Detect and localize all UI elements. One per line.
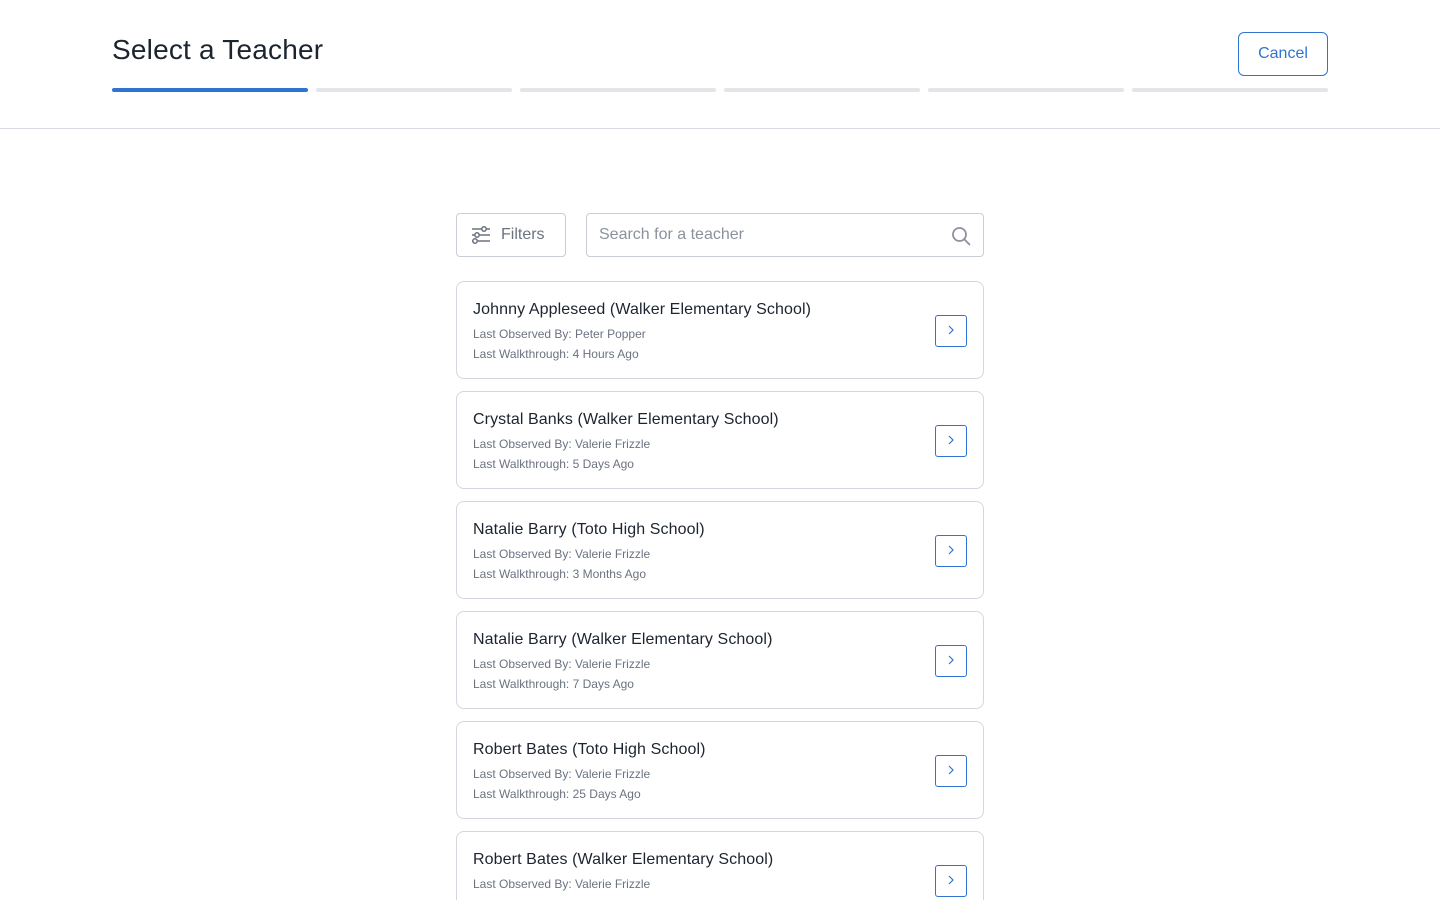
last-observed-by: Last Observed By: Peter Popper <box>473 327 646 341</box>
select-teacher-button[interactable] <box>935 645 967 677</box>
chevron-right-icon <box>947 654 955 669</box>
search-box <box>586 213 984 257</box>
teacher-card[interactable]: Robert Bates (Walker Elementary School) … <box>456 831 984 900</box>
teacher-card[interactable]: Crystal Banks (Walker Elementary School)… <box>456 391 984 489</box>
chevron-right-icon <box>947 764 955 779</box>
last-walkthrough: Last Walkthrough: 3 Months Ago <box>473 567 646 581</box>
cancel-button[interactable]: Cancel <box>1238 32 1328 76</box>
step-progress-bar <box>112 88 1328 92</box>
progress-step-3 <box>520 88 716 92</box>
select-teacher-button[interactable] <box>935 315 967 347</box>
last-walkthrough: Last Walkthrough: 4 Hours Ago <box>473 347 639 361</box>
teacher-name: Robert Bates (Toto High School) <box>473 741 706 758</box>
last-observed-by: Last Observed By: Valerie Frizzle <box>473 657 651 671</box>
select-teacher-button[interactable] <box>935 535 967 567</box>
search-icon[interactable] <box>951 226 971 246</box>
teacher-name: Natalie Barry (Walker Elementary School) <box>473 631 773 648</box>
filters-button[interactable]: Filters <box>456 213 566 257</box>
teacher-card[interactable]: Natalie Barry (Toto High School) Last Ob… <box>456 501 984 599</box>
progress-step-5 <box>928 88 1124 92</box>
select-teacher-button[interactable] <box>935 755 967 787</box>
chevron-right-icon <box>947 434 955 449</box>
teacher-name: Crystal Banks (Walker Elementary School) <box>473 411 779 428</box>
progress-step-4 <box>724 88 920 92</box>
chevron-right-icon <box>947 324 955 339</box>
progress-step-6 <box>1132 88 1328 92</box>
page-header: Select a Teacher Cancel <box>0 0 1440 129</box>
last-observed-by: Last Observed By: Valerie Frizzle <box>473 547 651 561</box>
last-walkthrough: Last Walkthrough: 25 Days Ago <box>473 787 641 801</box>
page-title: Select a Teacher <box>112 34 324 65</box>
teacher-toolbar: Filters <box>456 213 984 257</box>
teacher-card[interactable]: Robert Bates (Toto High School) Last Obs… <box>456 721 984 819</box>
chevron-right-icon <box>947 874 955 889</box>
sliders-icon <box>471 226 491 244</box>
progress-step-2 <box>316 88 512 92</box>
last-observed-by: Last Observed By: Valerie Frizzle <box>473 877 651 891</box>
teacher-name: Johnny Appleseed (Walker Elementary Scho… <box>473 301 812 318</box>
teacher-list: Johnny Appleseed (Walker Elementary Scho… <box>456 281 984 900</box>
select-teacher-button[interactable] <box>935 425 967 457</box>
search-input[interactable] <box>587 214 983 256</box>
progress-step-1 <box>112 88 308 92</box>
select-teacher-button[interactable] <box>935 865 967 897</box>
teacher-card[interactable]: Johnny Appleseed (Walker Elementary Scho… <box>456 281 984 379</box>
teacher-card[interactable]: Natalie Barry (Walker Elementary School)… <box>456 611 984 709</box>
chevron-right-icon <box>947 544 955 559</box>
last-observed-by: Last Observed By: Valerie Frizzle <box>473 437 651 451</box>
last-observed-by: Last Observed By: Valerie Frizzle <box>473 767 651 781</box>
filters-label: Filters <box>501 226 545 243</box>
teacher-name: Robert Bates (Walker Elementary School) <box>473 851 774 868</box>
last-walkthrough: Last Walkthrough: 7 Days Ago <box>473 677 634 691</box>
teacher-name: Natalie Barry (Toto High School) <box>473 521 705 538</box>
last-walkthrough: Last Walkthrough: 5 Days Ago <box>473 457 634 471</box>
